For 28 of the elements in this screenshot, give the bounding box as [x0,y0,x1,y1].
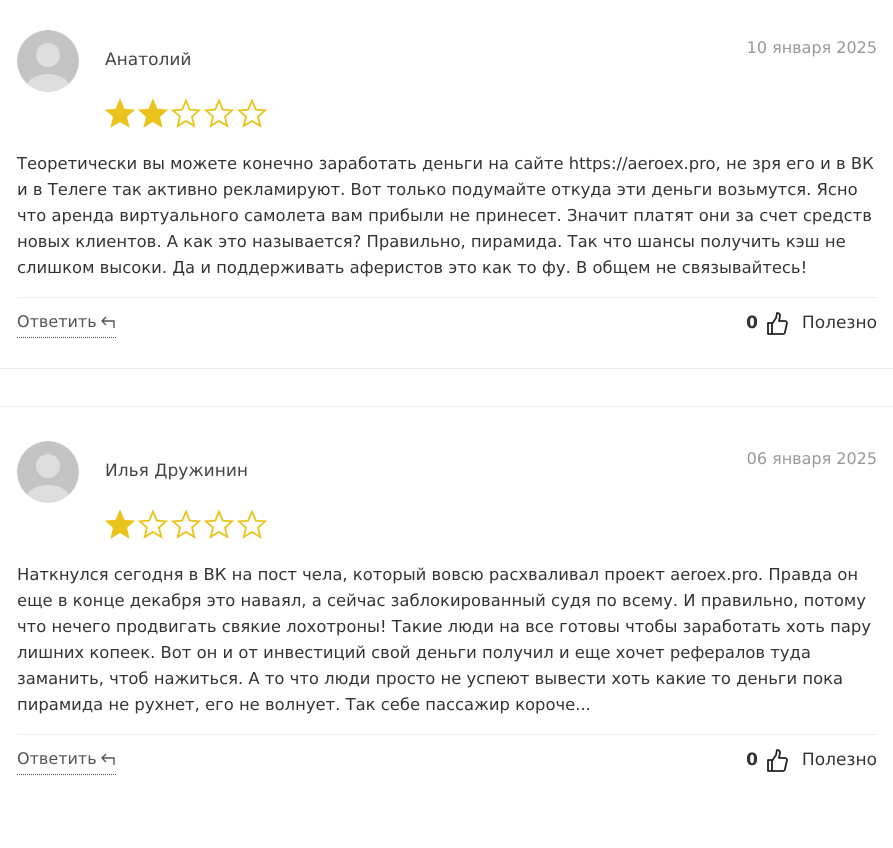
star-icon [170,509,202,539]
avatar-icon [17,441,79,503]
review-date: 06 января 2025 [746,448,877,470]
review-text: Наткнулся сегодня в ВК на пост чела, который вовсю расхваливал проект aeroex.pro. Правда он еще в конце декабря это наваял, а сейчас заблокированный судя по всему. И правильно, потому что нечего продвигать свякие лохотроны! Такие люди на все готовы чтобы заработать хоть пару лишних копеек. Вот он и от инвестиций свой деньги получил и еще хочет рефералов туда заманить, чтоб нажиться. А то что люди просто не успеют вывести хоть какие то деньги пока пирамида не рухнет, его не волнует. Так себе пассажир короче... [17,564,872,716]
star-icon [203,98,235,128]
helpful-button[interactable]: Полезно [802,311,877,337]
author-name: Илья Дружинин [105,460,248,483]
thumbs-up-icon[interactable] [766,312,788,336]
star-icon [236,509,268,539]
star-icon [203,509,235,539]
helpful-button[interactable]: Полезно [802,748,877,774]
star-icon [104,98,136,128]
star-icon [137,98,169,128]
reply-arrow-icon [100,752,116,766]
review-text: Теоретически вы можете конечно заработать деньги на сайте https://aeroex.pro, не зря его и в ВК и в Телеге так активно рекламируют. Вот только подумайте откуда эти деньги возьмутся. Ясно что аренда виртуального самолета вам прибыли не принесет. Значит платят они за счет средств новых клиентов. А как это называется? Правильно, пирамида. Так что шансы получить кэш не слишком высоки. Да и поддерживать аферистов это как то фу. В общем не связывайтесь! [17,153,875,279]
reply-link[interactable]: Ответить [17,747,116,775]
reply-link[interactable]: Ответить [17,310,116,338]
like-count: 0 [746,312,758,336]
star-icon [170,98,202,128]
author-name: Анатолий [105,49,192,72]
reply-arrow-icon [100,315,116,329]
avatar-icon [17,30,79,92]
star-icon [104,509,136,539]
like-count: 0 [746,749,758,772]
review-date: 10 января 2025 [746,37,877,59]
thumbs-up-icon[interactable] [766,749,788,773]
star-icon [137,509,169,539]
star-icon [236,98,268,128]
